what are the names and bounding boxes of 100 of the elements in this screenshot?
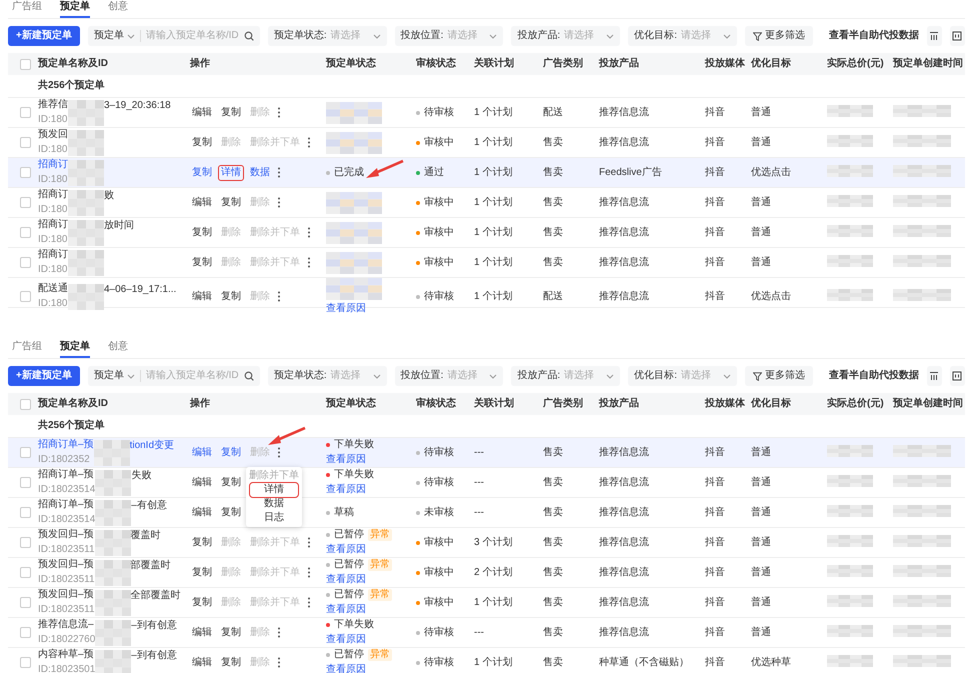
action-link[interactable]: 复制 [219, 196, 243, 210]
checkbox[interactable] [20, 107, 31, 118]
filter-select[interactable]: 投放位置: 请选择 [394, 366, 504, 386]
filter-select[interactable]: 预定单状态: 请选择 [268, 366, 387, 386]
checkbox[interactable] [20, 227, 31, 238]
action-link[interactable]: 复制 [219, 446, 243, 460]
reason-link[interactable]: 查看原因 [326, 574, 408, 586]
filter-select[interactable]: 预定单状态: 请选择 [268, 26, 387, 46]
order-name[interactable]: 放时间 [104, 220, 134, 232]
reason-link[interactable]: 查看原因 [326, 634, 408, 646]
more-icon[interactable] [307, 567, 311, 578]
order-name[interactable]: –有创意 [131, 500, 167, 512]
reason-link[interactable]: 查看原因 [326, 664, 408, 673]
more-icon[interactable] [307, 227, 311, 238]
order-name[interactable]: 内容种草–预 [38, 649, 96, 661]
filter-select[interactable]: 优化目标: 请选择 [628, 366, 737, 386]
menu-item[interactable]: 数据 [250, 496, 298, 510]
more-filters-button[interactable]: 更多筛选 [744, 366, 813, 386]
reason-link[interactable]: 查看原因 [326, 454, 408, 466]
action-link[interactable]: 复制 [219, 506, 243, 520]
action-link[interactable]: 复制 [190, 596, 214, 610]
order-name[interactable]: 预发回 [38, 129, 68, 141]
more-icon[interactable] [307, 257, 311, 268]
more-icon[interactable] [307, 537, 311, 548]
column-settings-button[interactable] [926, 26, 942, 46]
action-link[interactable]: 复制 [219, 106, 243, 120]
tab[interactable]: 创意 [108, 1, 128, 18]
filter-select[interactable]: 优化目标: 请选择 [628, 26, 737, 46]
filter-select[interactable]: 投放位置: 请选择 [394, 26, 504, 46]
order-name[interactable]: 覆盖时 [130, 530, 161, 542]
action-link[interactable]: 复制 [219, 290, 243, 304]
action-link[interactable]: 数据 [248, 166, 272, 180]
data-link[interactable]: 查看半自助代投数据 [828, 370, 919, 382]
checkbox[interactable] [20, 398, 31, 410]
scope-dropdown[interactable]: 预定单 [94, 30, 141, 42]
reason-link[interactable]: 查看原因 [326, 484, 408, 496]
layout-button[interactable] [950, 26, 965, 46]
action-link[interactable]: 编辑 [190, 196, 214, 210]
order-name[interactable]: 推荐信 [38, 99, 68, 111]
action-link[interactable]: 详情 [219, 166, 243, 180]
action-link[interactable]: 编辑 [190, 446, 214, 460]
action-link[interactable]: 编辑 [190, 656, 214, 670]
filter-select[interactable]: 投放产品: 请选择 [511, 366, 620, 386]
data-link[interactable]: 查看半自助代投数据 [828, 30, 919, 42]
order-name[interactable]: 推荐信息流– [38, 619, 96, 631]
action-link[interactable]: 复制 [219, 656, 243, 670]
order-name[interactable]: 招商订 [38, 189, 68, 201]
order-name[interactable]: 招商订 [38, 159, 68, 171]
more-icon[interactable] [277, 447, 281, 458]
action-link[interactable]: 复制 [190, 256, 214, 270]
column-settings-button[interactable] [926, 366, 942, 386]
action-link[interactable]: 编辑 [190, 106, 214, 120]
checkbox[interactable] [20, 627, 31, 638]
order-name[interactable]: 招商订 [38, 219, 68, 231]
more-icon[interactable] [277, 197, 281, 208]
checkbox[interactable] [20, 167, 31, 178]
layout-button[interactable] [950, 366, 965, 386]
action-link[interactable]: 编辑 [190, 290, 214, 304]
tab[interactable]: 创意 [108, 341, 128, 358]
more-icon[interactable] [307, 137, 311, 148]
checkbox[interactable] [20, 657, 31, 668]
more-icon[interactable] [277, 627, 281, 638]
order-name[interactable]: 招商订单–预 [38, 469, 96, 481]
checkbox[interactable] [20, 597, 31, 608]
menu-item[interactable]: 日志 [250, 510, 298, 524]
tab[interactable]: 预定单 [60, 1, 90, 18]
order-name[interactable]: 招商订单–预 [38, 439, 94, 451]
order-name[interactable]: 招商订 [38, 249, 68, 261]
order-name[interactable]: 失败 [131, 470, 152, 482]
action-link[interactable]: 复制 [190, 536, 214, 550]
more-icon[interactable] [277, 167, 281, 178]
more-filters-button[interactable]: 更多筛选 [744, 26, 813, 46]
checkbox[interactable] [20, 58, 31, 70]
order-name[interactable]: –到有创意 [131, 620, 177, 632]
checkbox[interactable] [20, 291, 31, 302]
tab[interactable]: 广告组 [12, 341, 42, 358]
filter-select[interactable]: 投放产品: 请选择 [511, 26, 620, 46]
action-link[interactable]: 复制 [219, 476, 243, 490]
order-name[interactable]: 预发回归–预 [38, 529, 95, 541]
order-name[interactable]: 3–19_20:36:18 [104, 100, 171, 112]
checkbox[interactable] [20, 537, 31, 548]
action-link[interactable]: 复制 [190, 566, 214, 580]
checkbox[interactable] [20, 257, 31, 268]
action-link[interactable]: 复制 [190, 136, 214, 150]
order-name[interactable]: –到有创意 [131, 650, 177, 662]
more-icon[interactable] [277, 657, 281, 668]
checkbox[interactable] [20, 507, 31, 518]
reason-link[interactable]: 查看原因 [326, 303, 408, 315]
more-icon[interactable] [277, 291, 281, 302]
checkbox[interactable] [20, 567, 31, 578]
order-name[interactable]: 预发回归–预 [38, 589, 95, 601]
create-button[interactable]: +新建预定单 [8, 366, 80, 386]
action-link[interactable]: 编辑 [190, 626, 214, 640]
order-name[interactable]: 全部覆盖时 [130, 590, 181, 602]
order-name[interactable]: 败 [104, 190, 114, 202]
checkbox[interactable] [20, 137, 31, 148]
create-button[interactable]: +新建预定单 [8, 26, 80, 46]
order-name[interactable]: 预发回归–预 [38, 559, 95, 571]
action-link[interactable]: 复制 [190, 166, 214, 180]
menu-item[interactable]: 详情 [250, 482, 298, 496]
